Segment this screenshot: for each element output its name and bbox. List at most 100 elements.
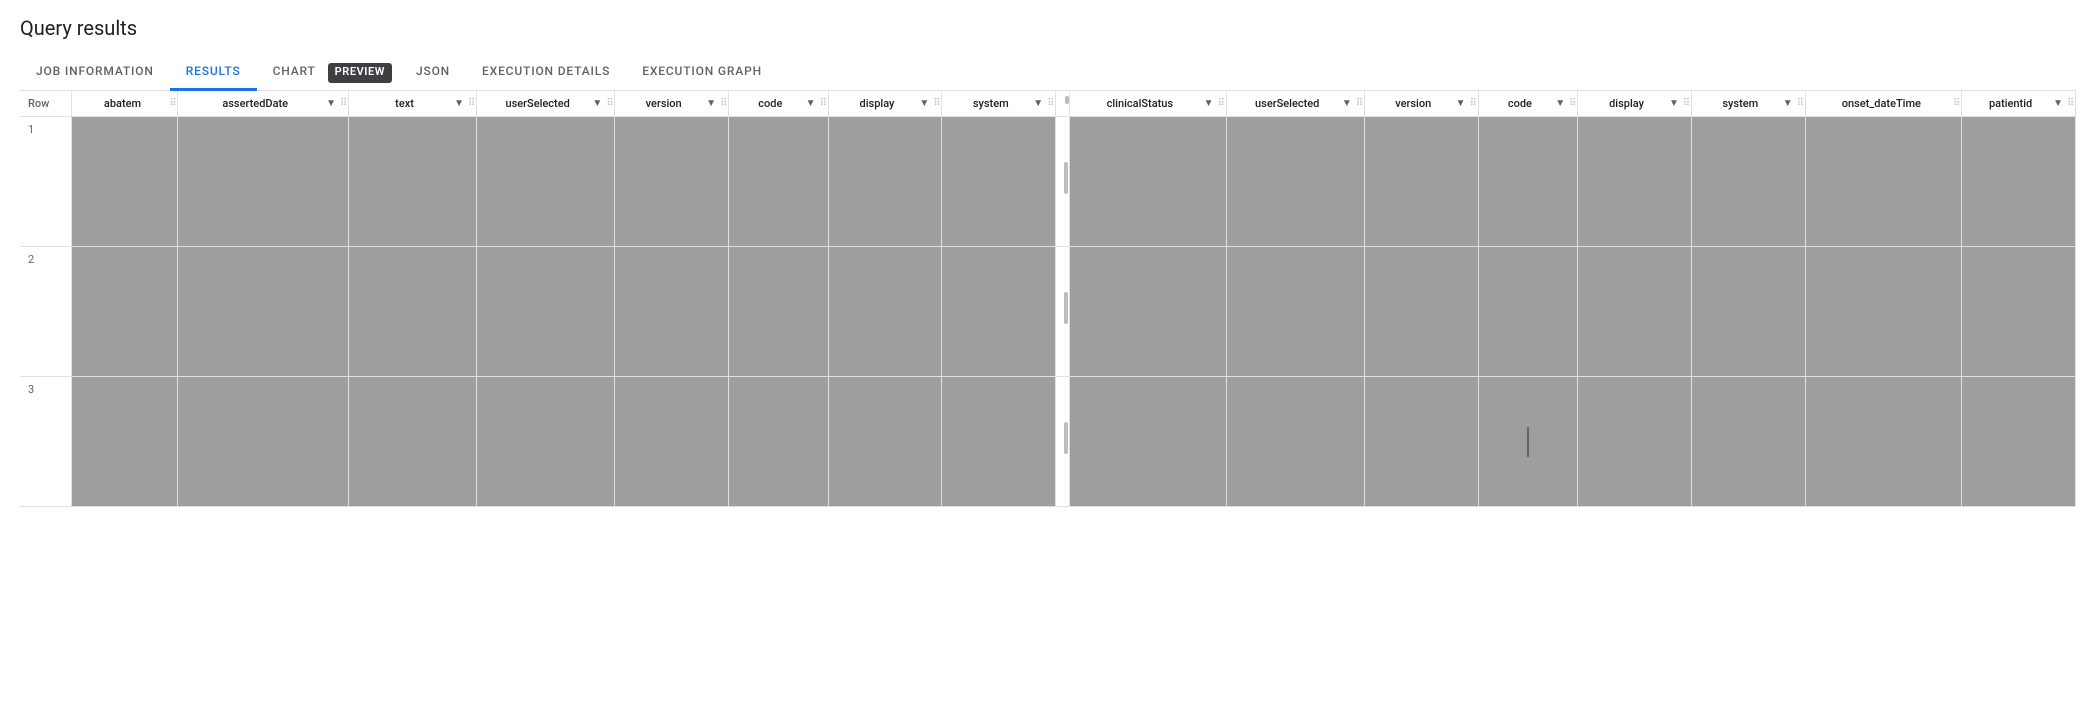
resize-display2[interactable]: ⠿ — [1683, 98, 1687, 109]
cell-2-system — [942, 247, 1056, 377]
scroll-divider-row2 — [1056, 247, 1070, 377]
col-header-system2[interactable]: system ▼ ⠿ — [1691, 91, 1805, 117]
cell-3-onset-dateTime — [1805, 377, 1961, 507]
tab-execution-details[interactable]: EXECUTION DETAILS — [466, 54, 626, 91]
resize-patientid[interactable]: ⠿ — [2067, 98, 2071, 109]
cell-3-system — [942, 377, 1056, 507]
cell-1-code2 — [1478, 117, 1578, 247]
col-header-code[interactable]: code ▼ ⠿ — [729, 91, 829, 117]
col-header-version[interactable]: version ▼ ⠿ — [615, 91, 729, 117]
cell-2-system2 — [1691, 247, 1805, 377]
resize-abatem[interactable]: ⠿ — [169, 98, 173, 109]
sort-userSelected2[interactable]: ▼ — [1342, 98, 1352, 109]
col-header-text[interactable]: text ▼ ⠿ — [349, 91, 477, 117]
cell-1-version — [615, 117, 729, 247]
col-header-system[interactable]: system ▼ ⠿ — [942, 91, 1056, 117]
cell-2-userSelected — [476, 247, 614, 377]
cell-1-code — [729, 117, 829, 247]
resize-userSelected2[interactable]: ⠿ — [1356, 98, 1360, 109]
col-header-display2[interactable]: display ▼ ⠿ — [1578, 91, 1692, 117]
resize-code2[interactable]: ⠿ — [1569, 98, 1573, 109]
sort-version[interactable]: ▼ — [706, 98, 716, 109]
cell-3-patientid — [1962, 377, 2076, 507]
cell-3-version — [615, 377, 729, 507]
cell-2-userSelected2 — [1226, 247, 1364, 377]
col-header-userSelected2[interactable]: userSelected ▼ ⠿ — [1226, 91, 1364, 117]
resize-system[interactable]: ⠿ — [1047, 98, 1051, 109]
col-header-display[interactable]: display ▼ ⠿ — [828, 91, 942, 117]
results-table: Row abatem ⠿ assertedDate ▼ — [20, 91, 2076, 507]
cell-1-version2 — [1364, 117, 1478, 247]
sort-display[interactable]: ▼ — [919, 98, 929, 109]
cell-2-code2 — [1478, 247, 1578, 377]
page-title: Query results — [20, 16, 2076, 40]
cell-3-userSelected — [476, 377, 614, 507]
resize-onset[interactable]: ⠿ — [1953, 98, 1957, 109]
cell-2-version — [615, 247, 729, 377]
cell-2-onset-dateTime — [1805, 247, 1961, 377]
resize-version2[interactable]: ⠿ — [1470, 98, 1474, 109]
cell-1-patientid — [1962, 117, 2076, 247]
cell-3-abatem — [71, 377, 178, 507]
resize-text[interactable]: ⠿ — [468, 98, 472, 109]
cell-3-code — [729, 377, 829, 507]
tab-chart-group: CHART PREVIEW — [257, 54, 400, 90]
sort-system[interactable]: ▼ — [1033, 98, 1043, 109]
cell-2-code — [729, 247, 829, 377]
cell-3-display — [828, 377, 942, 507]
tabs-bar: JOB INFORMATION RESULTS CHART PREVIEW JS… — [20, 54, 2076, 91]
sort-clinicalStatus[interactable]: ▼ — [1204, 98, 1214, 109]
sort-version2[interactable]: ▼ — [1456, 98, 1466, 109]
sort-code2[interactable]: ▼ — [1555, 98, 1565, 109]
cell-3-code2 — [1478, 377, 1578, 507]
col-header-clinicalStatus[interactable]: clinicalStatus ▼ ⠿ — [1070, 91, 1226, 117]
resize-code[interactable]: ⠿ — [820, 98, 824, 109]
cell-1-clinicalStatus — [1070, 117, 1226, 247]
resize-display[interactable]: ⠿ — [933, 98, 937, 109]
tab-results[interactable]: RESULTS — [170, 54, 257, 91]
sort-patientid[interactable]: ▼ — [2053, 98, 2063, 109]
col-header-version2[interactable]: version ▼ ⠿ — [1364, 91, 1478, 117]
resize-assertedDate[interactable]: ⠿ — [340, 98, 344, 109]
tab-chart[interactable]: CHART — [257, 54, 324, 91]
row-header: Row — [20, 91, 71, 117]
tab-job-information[interactable]: JOB INFORMATION — [20, 54, 170, 91]
resize-userSelected[interactable]: ⠿ — [606, 98, 610, 109]
cell-3-system2 — [1691, 377, 1805, 507]
sort-code[interactable]: ▼ — [806, 98, 816, 109]
col-header-assertedDate[interactable]: assertedDate ▼ ⠿ — [178, 91, 349, 117]
tab-execution-graph[interactable]: EXECUTION GRAPH — [626, 54, 778, 91]
cell-3-text — [349, 377, 477, 507]
sort-userSelected[interactable]: ▼ — [592, 98, 602, 109]
cell-3-clinicalStatus — [1070, 377, 1226, 507]
col-header-onset-dateTime[interactable]: onset_dateTime ⠿ — [1805, 91, 1961, 117]
tab-preview-badge[interactable]: PREVIEW — [328, 63, 392, 83]
resize-system2[interactable]: ⠿ — [1797, 98, 1801, 109]
cell-2-abatem — [71, 247, 178, 377]
cell-2-text — [349, 247, 477, 377]
resize-clinicalStatus[interactable]: ⠿ — [1218, 98, 1222, 109]
cell-1-display — [828, 117, 942, 247]
col-header-code2[interactable]: code ▼ ⠿ — [1478, 91, 1578, 117]
cell-2-clinicalStatus — [1070, 247, 1226, 377]
resize-version[interactable]: ⠿ — [720, 98, 724, 109]
col-header-abatem[interactable]: abatem ⠿ — [71, 91, 178, 117]
sort-text[interactable]: ▼ — [454, 98, 464, 109]
cell-1-onset-dateTime — [1805, 117, 1961, 247]
cell-3-version2 — [1364, 377, 1478, 507]
col-header-patientid[interactable]: patientid ▼ ⠿ — [1962, 91, 2076, 117]
table-container[interactable]: Row abatem ⠿ assertedDate ▼ — [20, 91, 2076, 692]
cell-1-system — [942, 117, 1056, 247]
cell-3-userSelected2 — [1226, 377, 1364, 507]
sort-display2[interactable]: ▼ — [1669, 98, 1679, 109]
sort-system2[interactable]: ▼ — [1783, 98, 1793, 109]
table-row: 3 — [20, 377, 2076, 507]
tab-json[interactable]: JSON — [400, 54, 466, 91]
page-container: Query results JOB INFORMATION RESULTS CH… — [0, 0, 2096, 701]
cell-2-assertedDate — [178, 247, 349, 377]
scroll-divider — [1056, 91, 1070, 117]
col-header-userSelected[interactable]: userSelected ▼ ⠿ — [476, 91, 614, 117]
sort-assertedDate[interactable]: ▼ — [326, 98, 336, 109]
cell-1-assertedDate — [178, 117, 349, 247]
table-row: 2 — [20, 247, 2076, 377]
